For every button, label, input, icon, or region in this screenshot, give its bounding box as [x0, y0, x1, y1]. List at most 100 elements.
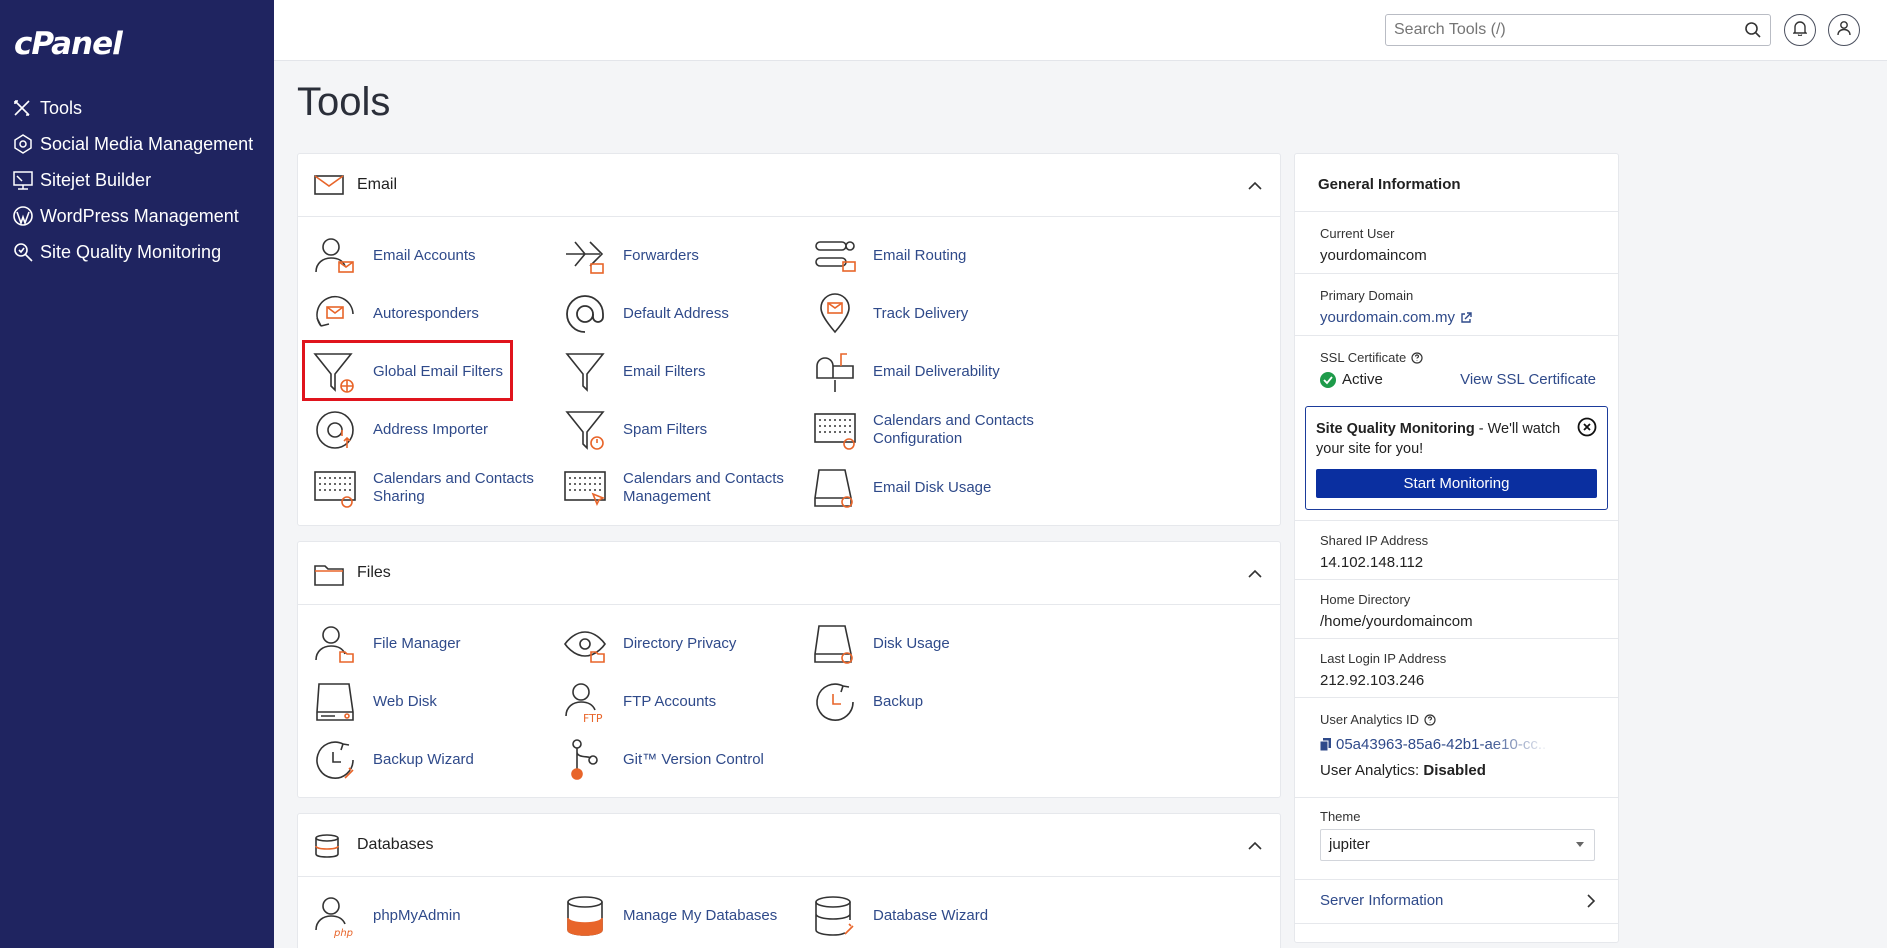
shared-ip-value: 14.102.148.112: [1320, 554, 1424, 571]
tool-label: Backup: [873, 693, 924, 710]
current-user-row: Current User yourdomaincom: [1295, 211, 1618, 273]
tool-calendars-management[interactable]: Calendars and Contacts Management: [563, 466, 813, 510]
analytics-row: User Analytics ID 05a43963-85a6-42b1-ae1…: [1295, 697, 1618, 797]
backup-wizard-icon: [313, 738, 357, 782]
help-icon[interactable]: [1411, 351, 1423, 364]
external-link-icon: [1460, 311, 1472, 324]
user-menu-button[interactable]: [1828, 14, 1860, 46]
calendar-share-icon: [313, 466, 357, 510]
tool-autoresponders[interactable]: Autoresponders: [313, 292, 563, 336]
email-panel: Email Email Accounts Forwarders Email Ro…: [297, 153, 1281, 526]
tool-label: Web Disk: [373, 693, 437, 710]
search-input[interactable]: [1394, 19, 1734, 41]
shared-ip-row: Shared IP Address 14.102.148.112: [1295, 520, 1618, 579]
database-icon: [314, 834, 340, 863]
email-routing-icon: [813, 234, 857, 278]
tool-manage-databases[interactable]: Manage My Databases: [563, 894, 813, 938]
tool-calendars-config[interactable]: Calendars and Contacts Configuration: [813, 408, 1063, 452]
address-importer-icon: [313, 408, 357, 452]
info-title: General Information: [1318, 176, 1461, 193]
chevron-up-icon[interactable]: [1248, 838, 1262, 856]
folder-icon: [314, 562, 344, 591]
sidebar-item-sitejet[interactable]: Sitejet Builder: [0, 162, 274, 198]
ftp-user-icon: FTP: [563, 680, 607, 724]
tool-default-address[interactable]: Default Address: [563, 292, 813, 336]
notifications-button[interactable]: [1784, 14, 1816, 46]
chevron-up-icon[interactable]: [1248, 178, 1262, 196]
current-user-value: yourdomaincom: [1320, 247, 1427, 264]
view-ssl-link[interactable]: View SSL Certificate: [1460, 371, 1596, 388]
filter-globe-icon: [313, 350, 357, 394]
theme-select[interactable]: jupiter: [1320, 829, 1595, 861]
ssl-status-text: Active: [1342, 371, 1383, 388]
tool-label: Email Disk Usage: [873, 479, 992, 496]
tool-file-manager[interactable]: File Manager: [313, 622, 563, 666]
server-info-link[interactable]: Server Information: [1320, 892, 1443, 909]
sidebar-item-label: WordPress Management: [40, 206, 239, 226]
tool-email-filters[interactable]: Email Filters: [563, 350, 813, 394]
theme-value: jupiter: [1329, 836, 1370, 853]
analytics-status: User Analytics: Disabled: [1320, 762, 1486, 779]
autoresponders-icon: [313, 292, 357, 336]
tool-database-wizard[interactable]: Database Wizard: [813, 894, 1063, 938]
tool-label: FTP Accounts: [623, 693, 717, 710]
tool-phpmyadmin[interactable]: php phpMyAdmin: [313, 894, 563, 938]
info-label: Primary Domain: [1320, 288, 1414, 303]
chevron-up-icon[interactable]: [1248, 566, 1262, 584]
tool-email-disk-usage[interactable]: Email Disk Usage: [813, 466, 1063, 510]
tool-label: Forwarders: [623, 247, 699, 264]
analytics-status-value: Disabled: [1423, 762, 1486, 779]
sidebar-item-social-media[interactable]: Social Media Management: [0, 126, 274, 162]
sidebar-item-tools[interactable]: Tools: [0, 90, 274, 126]
tool-email-routing[interactable]: Email Routing: [813, 234, 1063, 278]
phpmyadmin-icon: php: [313, 894, 357, 938]
email-panel-header[interactable]: Email: [298, 154, 1280, 217]
tool-label: Autoresponders: [373, 305, 479, 322]
git-branch-icon: [563, 738, 607, 782]
cpanel-logo[interactable]: cPanel: [14, 26, 123, 62]
sidebar-item-wordpress[interactable]: WordPress Management: [0, 198, 274, 234]
tool-label: Spam Filters: [623, 421, 708, 438]
tool-forwarders[interactable]: Forwarders: [563, 234, 813, 278]
calendar-at-icon: [813, 408, 857, 452]
primary-domain-link[interactable]: yourdomain.com.my: [1320, 309, 1472, 326]
search-icon[interactable]: [1744, 21, 1762, 44]
sidebar-item-label: Site Quality Monitoring: [40, 242, 222, 262]
sidebar-item-site-quality[interactable]: Site Quality Monitoring: [0, 234, 274, 270]
tool-ftp-accounts[interactable]: FTP FTP Accounts: [563, 680, 813, 724]
ssl-label-wrap: SSL Certificate: [1320, 350, 1423, 365]
tool-spam-filters[interactable]: Spam Filters: [563, 408, 813, 452]
chevron-right-icon: [1587, 894, 1596, 913]
tool-backup-wizard[interactable]: Backup Wizard: [313, 738, 563, 782]
search-box: [1385, 14, 1771, 46]
calendar-cursor-icon: [563, 466, 607, 510]
databases-panel-header[interactable]: Databases: [298, 814, 1280, 877]
server-info-row[interactable]: Server Information: [1295, 879, 1618, 923]
tool-backup[interactable]: Backup: [813, 680, 1063, 724]
tool-disk-usage[interactable]: Disk Usage: [813, 622, 1063, 666]
tool-calendars-sharing[interactable]: Calendars and Contacts Sharing: [313, 466, 563, 510]
tool-email-deliverability[interactable]: Email Deliverability: [813, 350, 1063, 394]
tool-git-version-control[interactable]: Git™ Version Control: [563, 738, 813, 782]
info-label: Last Login IP Address: [1320, 651, 1447, 666]
panel-title: Files: [357, 564, 391, 581]
tool-web-disk[interactable]: Web Disk: [313, 680, 563, 724]
user-icon: [1837, 20, 1851, 41]
dropdown-arrow-icon: [1576, 842, 1584, 847]
tool-address-importer[interactable]: Address Importer: [313, 408, 563, 452]
svg-text:FTP: FTP: [583, 712, 603, 724]
tool-directory-privacy[interactable]: Directory Privacy: [563, 622, 813, 666]
tool-global-email-filters[interactable]: Global Email Filters: [313, 350, 563, 394]
tool-label: Backup Wizard: [373, 751, 474, 768]
tool-track-delivery[interactable]: Track Delivery: [813, 292, 1063, 336]
start-monitoring-button[interactable]: Start Monitoring: [1316, 469, 1597, 498]
sidebar: cPanel Tools Social Media Management Sit…: [0, 0, 274, 948]
tool-label: Calendars and Contacts Configuration: [873, 412, 1034, 447]
help-icon[interactable]: [1424, 713, 1436, 726]
close-icon[interactable]: [1577, 417, 1597, 442]
files-panel-header[interactable]: Files: [298, 542, 1280, 605]
analytics-id[interactable]: 05a43963-85a6-42b1-ae10-cc...: [1320, 736, 1545, 753]
wordpress-icon: [12, 204, 40, 228]
tool-email-accounts[interactable]: Email Accounts: [313, 234, 563, 278]
eye-icon: [563, 622, 607, 666]
